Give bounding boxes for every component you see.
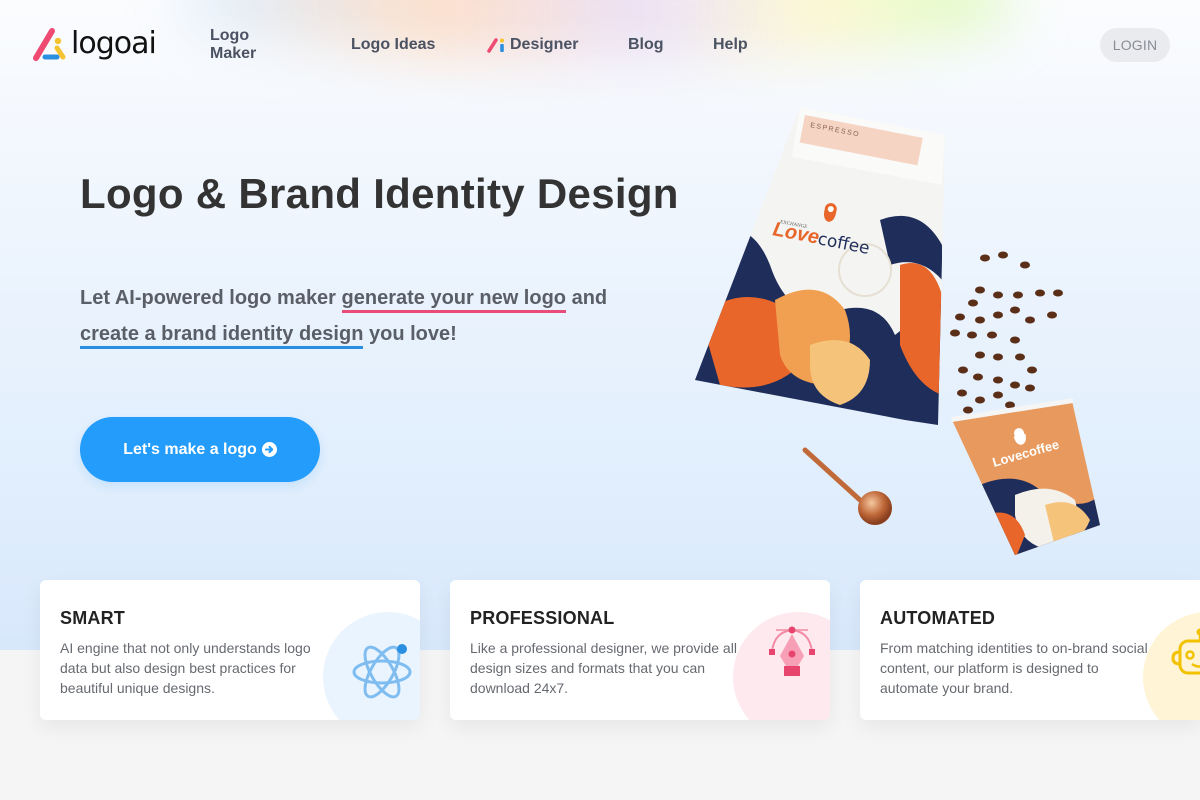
subtitle-text: Let AI-powered logo maker xyxy=(80,287,342,309)
coffee-cup: Lovecoffee xyxy=(951,398,1100,555)
site-header: logoai Logo Maker Logo Ideas Designer Bl… xyxy=(0,0,1200,90)
logo-text: logoai xyxy=(71,26,157,61)
subtitle-highlight-generate: generate your new logo xyxy=(341,287,567,313)
robot-icon xyxy=(1171,628,1200,675)
subtitle-highlight-create: create a brand identity design xyxy=(80,323,364,349)
logoai-mark-icon xyxy=(33,28,66,61)
feature-description: From matching identities to on-brand soc… xyxy=(880,640,1148,696)
make-logo-label: Let's make a logo xyxy=(123,440,257,458)
feature-card-professional: PROFESSIONAL Like a professional designe… xyxy=(450,580,830,720)
coffee-product-illustration: ESPRESSO EXCHANGE Love coffee Lovecoffee xyxy=(695,107,1100,555)
feature-title: SMART xyxy=(60,608,125,628)
feature-title: PROFESSIONAL xyxy=(470,608,615,628)
atom-icon xyxy=(352,644,412,699)
coffee-bag: ESPRESSO EXCHANGE Love coffee xyxy=(695,107,945,425)
login-button[interactable]: LOGIN xyxy=(1100,28,1170,62)
feature-card-smart: SMART AI engine that not only understand… xyxy=(40,580,420,720)
subtitle-text: you love! xyxy=(363,323,457,345)
nav-designer[interactable]: Designer xyxy=(486,34,578,56)
subtitle-text: and xyxy=(566,287,608,309)
nav-logo-maker[interactable]: Logo Maker xyxy=(210,27,256,62)
coffee-beans xyxy=(950,251,1063,414)
nav-designer-label: Designer xyxy=(510,36,579,53)
coffee-scoop xyxy=(802,447,892,525)
hero-subtitle: Let AI-powered logo maker generate your … xyxy=(80,280,680,352)
nav-help[interactable]: Help xyxy=(713,34,748,56)
nav-blog[interactable]: Blog xyxy=(628,34,664,56)
feature-description: Like a professional designer, we provide… xyxy=(470,640,737,696)
arrow-circle-right-icon xyxy=(261,442,277,457)
hero-title: Logo & Brand Identity Design xyxy=(80,170,679,217)
designer-logo-icon xyxy=(487,38,504,53)
nav-logo-ideas[interactable]: Logo Ideas xyxy=(351,34,435,56)
logo-link[interactable]: logoai xyxy=(30,24,157,64)
feature-card-automated: AUTOMATED From matching identities to on… xyxy=(860,580,1200,720)
feature-title: AUTOMATED xyxy=(880,608,996,628)
pen-tool-icon xyxy=(769,626,815,676)
make-logo-button[interactable]: Let's make a logo xyxy=(80,417,320,482)
feature-description: AI engine that not only understands logo… xyxy=(60,640,311,696)
